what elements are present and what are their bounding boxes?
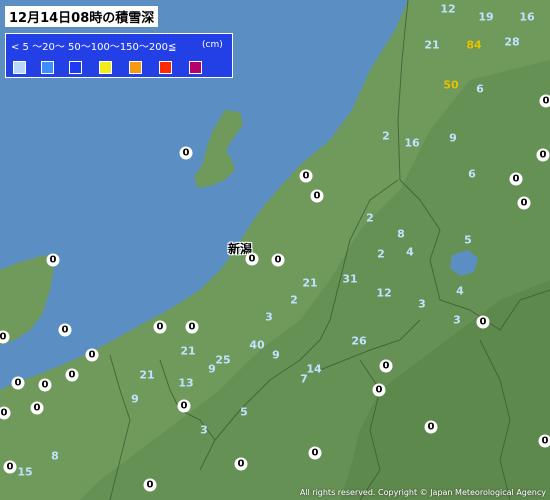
snow-depth-marker: 9 xyxy=(208,362,216,376)
snow-depth-marker: 0 xyxy=(177,399,191,413)
snow-depth-marker: 7 xyxy=(300,372,308,386)
snow-depth-marker: 0 xyxy=(310,189,324,203)
snow-depth-marker: 50 xyxy=(443,78,459,92)
snow-depth-marker: 0 xyxy=(58,323,72,337)
snow-depth-marker: 4 xyxy=(456,284,464,298)
snow-depth-marker: 0 xyxy=(476,315,490,329)
snow-depth-marker: 8 xyxy=(51,449,59,463)
snow-depth-marker: 0 xyxy=(143,478,157,492)
snow-depth-marker: 0 xyxy=(538,434,550,448)
snow-depth-marker: 25 xyxy=(215,353,231,367)
legend-swatch-50-100 xyxy=(99,61,112,74)
legend: < 5 ～20～ 50～100～150～200≦ (cm) xyxy=(5,33,233,78)
snow-depth-marker: 9 xyxy=(449,131,457,145)
snow-depth-marker: 0 xyxy=(372,383,386,397)
snow-depth-marker: 6 xyxy=(476,82,484,96)
snow-depth-marker: 0 xyxy=(234,457,248,471)
snow-depth-marker: 5 xyxy=(240,405,248,419)
snow-depth-marker: 28 xyxy=(504,35,520,49)
snow-depth-marker: 0 xyxy=(509,172,523,186)
copyright-notice: All rights reserved. Copyright © Japan M… xyxy=(299,488,546,497)
snow-depth-marker: 0 xyxy=(536,148,550,162)
snow-depth-marker: 16 xyxy=(404,136,420,150)
map-title: 12月14日08時の積雪深 xyxy=(5,6,159,27)
snow-depth-marker: 13 xyxy=(178,376,194,390)
legend-unit: (cm) xyxy=(202,40,223,50)
snow-depth-marker: 0 xyxy=(153,320,167,334)
snow-depth-marker: 6 xyxy=(468,167,476,181)
snow-depth-marker: 0 xyxy=(424,420,438,434)
snow-depth-marker: 31 xyxy=(342,272,358,286)
snow-depth-marker: 12 xyxy=(376,286,392,300)
snow-depth-marker: 0 xyxy=(30,401,44,415)
snow-depth-marker: 9 xyxy=(131,392,139,406)
snow-depth-marker: 8 xyxy=(397,227,405,241)
snow-depth-marker: 5 xyxy=(464,233,472,247)
snow-depth-marker: 3 xyxy=(265,310,273,324)
legend-swatch-lt5 xyxy=(13,61,26,74)
snow-depth-marker: 3 xyxy=(200,423,208,437)
snow-depth-marker: 12 xyxy=(440,2,456,16)
snow-depth-marker: 4 xyxy=(406,245,414,259)
snow-depth-marker: 26 xyxy=(351,334,367,348)
snow-depth-marker: 2 xyxy=(377,247,385,261)
snow-depth-marker: 14 xyxy=(306,362,322,376)
noto-peninsula xyxy=(0,255,55,345)
snow-depth-marker: 2 xyxy=(366,211,374,225)
snow-depth-marker: 0 xyxy=(379,359,393,373)
snow-depth-marker: 0 xyxy=(539,94,550,108)
snow-depth-marker: 2 xyxy=(290,293,298,307)
snow-depth-marker: 0 xyxy=(65,368,79,382)
legend-swatch-200-plus xyxy=(189,61,202,74)
snow-depth-marker: 3 xyxy=(418,297,426,311)
snow-depth-marker: 84 xyxy=(466,38,482,52)
snow-depth-marker: 0 xyxy=(46,253,60,267)
snow-depth-marker: 0 xyxy=(179,146,193,160)
snow-depth-marker: 0 xyxy=(38,378,52,392)
legend-swatch-5-20 xyxy=(41,61,54,74)
snow-depth-marker: 0 xyxy=(517,196,531,210)
snow-depth-marker: 40 xyxy=(249,338,265,352)
snow-depth-marker: 0 xyxy=(3,460,17,474)
snow-depth-marker: 21 xyxy=(180,344,196,358)
snow-depth-map: 12月14日08時の積雪深 < 5 ～20～ 50～100～150～200≦ (… xyxy=(0,0,550,500)
snow-depth-marker: 15 xyxy=(17,465,33,479)
snow-depth-marker: 0 xyxy=(245,252,259,266)
snow-depth-marker: 0 xyxy=(299,169,313,183)
snow-depth-marker: 2 xyxy=(382,129,390,143)
snow-depth-marker: 0 xyxy=(308,446,322,460)
legend-scale-text: < 5 ～20～ 50～100～150～200≦ xyxy=(11,42,177,53)
legend-swatch-100-150 xyxy=(129,61,142,74)
legend-swatch-20-50 xyxy=(69,61,82,74)
snow-depth-marker: 21 xyxy=(302,276,318,290)
snow-depth-marker: 0 xyxy=(11,376,25,390)
snow-depth-marker: 19 xyxy=(478,10,494,24)
snow-depth-marker: 21 xyxy=(424,38,440,52)
sado-island xyxy=(194,110,243,188)
snow-depth-marker: 0 xyxy=(271,253,285,267)
snow-depth-marker: 0 xyxy=(85,348,99,362)
snow-depth-marker: 21 xyxy=(139,368,155,382)
snow-depth-marker: 3 xyxy=(453,313,461,327)
snow-depth-marker: 16 xyxy=(519,10,535,24)
legend-swatch-150-200 xyxy=(159,61,172,74)
snow-depth-marker: 0 xyxy=(185,320,199,334)
snow-depth-marker: 9 xyxy=(272,348,280,362)
